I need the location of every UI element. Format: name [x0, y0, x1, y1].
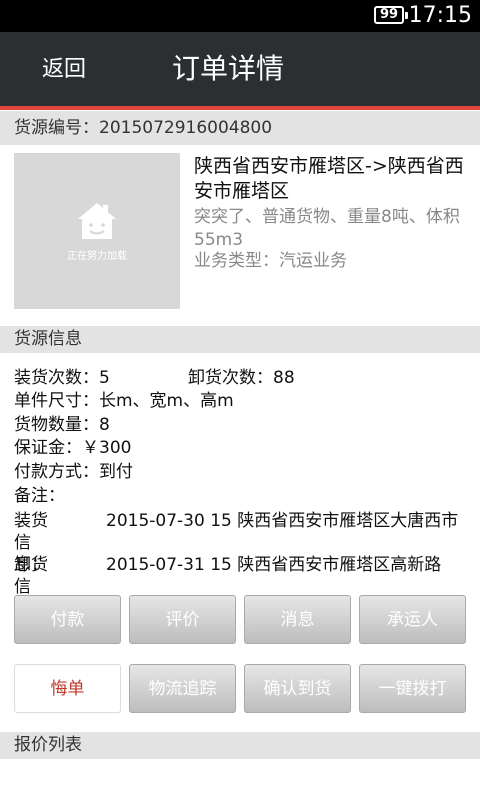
payment-method: 付款方式：到付 [14, 462, 133, 482]
cargo-quantity: 货物数量：8 [14, 415, 110, 435]
cargo-thumbnail[interactable]: 正在努力加载 [14, 153, 180, 309]
loading-info-value: 2015-07-30 15 陕西省西安市雁塔区大唐西市 [106, 511, 459, 531]
confirm-arrival-button[interactable]: 确认到货 [244, 664, 351, 713]
home-placeholder-icon [78, 203, 116, 239]
unloading-info-value: 2015-07-31 15 陕西省西安市雁塔区高新路 [106, 555, 442, 575]
source-number-value: 2015072916004800 [99, 118, 273, 138]
message-button[interactable]: 消息 [244, 595, 351, 644]
page-title: 订单详情 [172, 52, 285, 85]
business-type: 业务类型：汽运业务 [194, 251, 347, 271]
remark: 备注： [14, 486, 65, 506]
thumbnail-loading-text: 正在努力加载 [67, 251, 127, 262]
source-number-bar: 货源编号：2015072916004800 [0, 111, 480, 145]
cancel-order-button[interactable]: 悔单 [14, 664, 121, 713]
cargo-description: 突突了、普通货物、重量8吨、体积55m3 [194, 207, 460, 250]
carrier-button[interactable]: 承运人 [359, 595, 466, 644]
header-accent-line [0, 106, 480, 110]
battery-level: 99 [379, 7, 399, 22]
route-text: 陕西省西安市雁塔区->陕西省西安市雁塔区 [194, 155, 464, 202]
deposit: 保证金：￥300 [14, 438, 132, 458]
battery-icon: 99 [374, 6, 408, 24]
unloading-count: 卸货次数：88 [188, 368, 295, 388]
review-button[interactable]: 评价 [129, 595, 236, 644]
quote-list-header: 报价列表 [0, 732, 480, 759]
tracking-button[interactable]: 物流追踪 [129, 664, 236, 713]
title-bar: 返回 订单详情 [0, 32, 480, 106]
pay-button[interactable]: 付款 [14, 595, 121, 644]
status-bar: 99 17:15 [0, 0, 480, 32]
back-button[interactable]: 返回 [42, 56, 86, 84]
cargo-info-header: 货源信息 [0, 326, 480, 353]
unit-size: 单件尺寸：长m、宽m、高m [14, 391, 234, 411]
loading-count: 装货次数：5 [14, 368, 110, 388]
one-tap-call-button[interactable]: 一键拨打 [359, 664, 466, 713]
source-number-label: 货源编号： [14, 118, 99, 138]
clock: 17:15 [408, 3, 472, 28]
